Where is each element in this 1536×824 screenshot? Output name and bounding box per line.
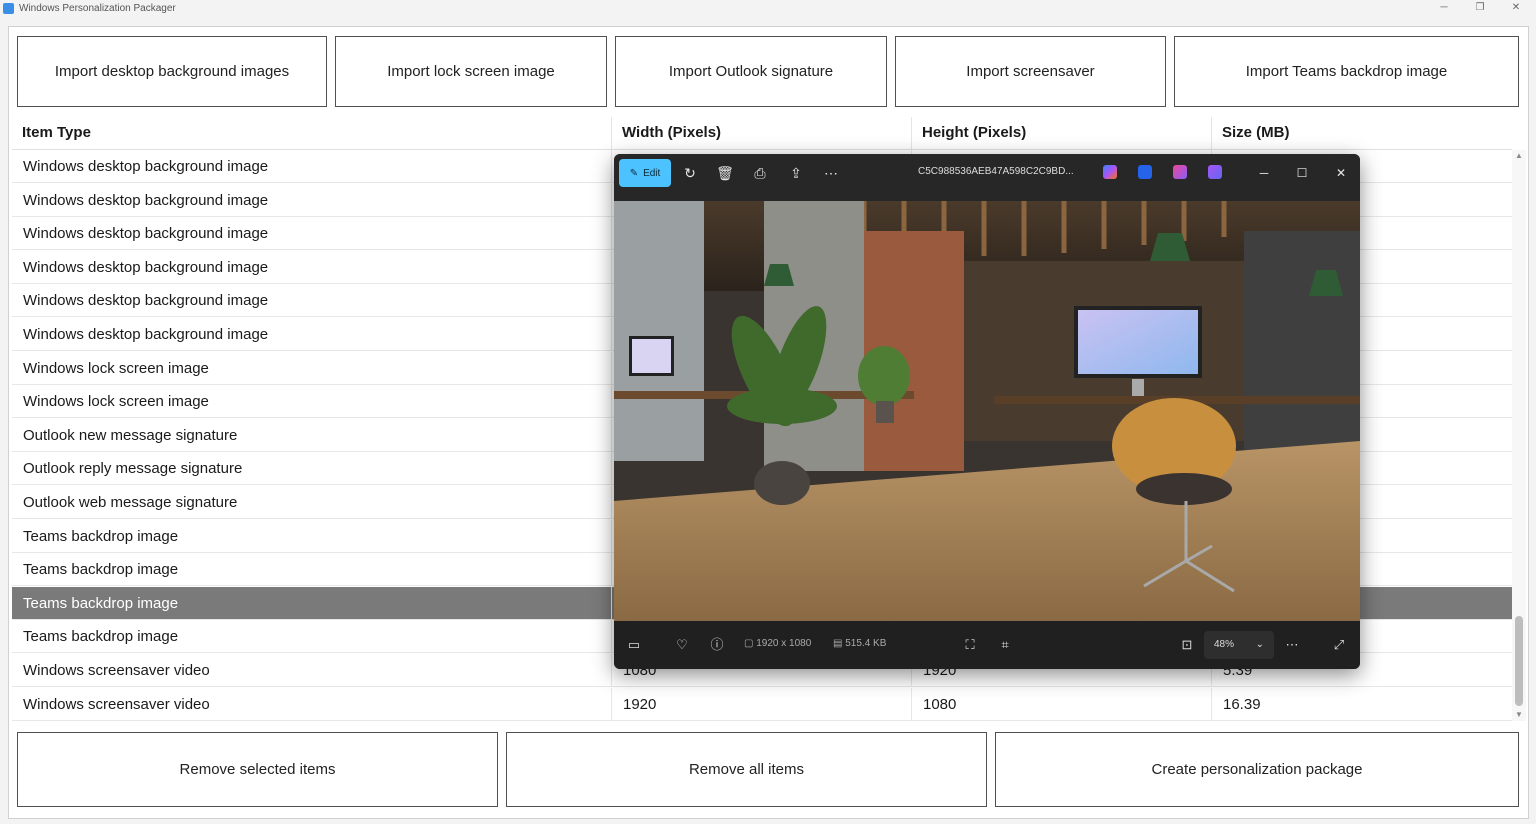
copilot-icon[interactable] bbox=[1103, 165, 1117, 179]
item-type-cell: Windows desktop background image bbox=[12, 284, 612, 318]
item-type-cell: Teams backdrop image bbox=[12, 586, 612, 620]
edit-button[interactable]: ✎ Edit bbox=[619, 159, 671, 187]
delete-icon[interactable]: 🗑 bbox=[714, 162, 736, 184]
item-type-cell: Windows desktop background image bbox=[12, 318, 612, 351]
edit-label: Edit bbox=[643, 167, 661, 179]
item-type-cell: Windows desktop background image bbox=[12, 250, 612, 284]
scan-text-icon[interactable]: ⌗ bbox=[996, 636, 1014, 654]
import-lock-screen-button[interactable]: Import lock screen image bbox=[335, 36, 607, 107]
table-header: Item Type Width (Pixels) Height (Pixels)… bbox=[12, 117, 1512, 150]
width-cell: 1920 bbox=[612, 687, 912, 721]
app-icon bbox=[3, 3, 14, 14]
import-teams-backdrop-button[interactable]: Import Teams backdrop image bbox=[1174, 36, 1519, 107]
create-package-button[interactable]: Create personalization package bbox=[995, 732, 1519, 807]
minimize-button[interactable]: ─ bbox=[1432, 1, 1456, 15]
import-desktop-background-button[interactable]: Import desktop background images bbox=[17, 36, 327, 107]
file-size-label: 515.4 KB bbox=[845, 638, 887, 649]
more-icon[interactable]: ⋯ bbox=[820, 162, 842, 184]
viewer-filename: C5C988536AEB47A598C2C9BD... bbox=[918, 166, 1074, 177]
remove-selected-button[interactable]: Remove selected items bbox=[17, 732, 498, 807]
size-cell: 16.39 bbox=[1223, 695, 1261, 713]
item-type-cell: Outlook reply message signature bbox=[12, 452, 612, 486]
print-icon[interactable]: ⎙ bbox=[749, 162, 771, 184]
item-type-cell: Windows screensaver video bbox=[12, 687, 612, 721]
item-type-cell: Teams backdrop image bbox=[12, 553, 612, 587]
viewer-maximize-icon[interactable]: ☐ bbox=[1291, 162, 1313, 184]
item-type-cell: Teams backdrop image bbox=[12, 519, 612, 553]
zoom-value: 48% bbox=[1214, 639, 1235, 650]
window-title: Windows Personalization Packager bbox=[19, 3, 176, 14]
item-type-cell: Windows desktop background image bbox=[12, 217, 612, 251]
scroll-thumb[interactable] bbox=[1515, 616, 1523, 706]
focus-icon[interactable]: ⛶ bbox=[961, 636, 979, 654]
edit-icon: ✎ bbox=[629, 167, 639, 179]
restore-button[interactable]: ❐ bbox=[1468, 1, 1492, 15]
column-header-item-type[interactable]: Item Type bbox=[12, 117, 612, 149]
item-type-cell: Teams backdrop image bbox=[12, 620, 612, 654]
filmstrip-icon[interactable]: ▭ bbox=[625, 636, 643, 654]
share-icon[interactable]: ⇪ bbox=[785, 162, 807, 184]
more-options-icon[interactable]: ⋯ bbox=[1283, 636, 1301, 654]
item-type-cell: Windows lock screen image bbox=[12, 385, 612, 419]
item-type-cell: Windows desktop background image bbox=[12, 150, 612, 183]
viewer-status-bar: ▭ ♡ ⓘ ▢ 1920 x 1080 ▤ 515.4 KB ⛶ ⌗ ⊡ 48%… bbox=[614, 621, 1360, 669]
table-scrollbar[interactable]: ▲ ▼ bbox=[1512, 150, 1526, 721]
column-header-width[interactable]: Width (Pixels) bbox=[612, 117, 912, 149]
dimensions-label: 1920 x 1080 bbox=[756, 638, 812, 649]
viewer-close-icon[interactable]: ✕ bbox=[1330, 162, 1352, 184]
actual-size-icon[interactable]: ⊡ bbox=[1178, 636, 1196, 654]
import-outlook-signature-button[interactable]: Import Outlook signature bbox=[615, 36, 887, 107]
item-type-cell: Windows lock screen image bbox=[12, 351, 612, 385]
fullscreen-icon[interactable]: ⤢ bbox=[1330, 636, 1348, 654]
viewer-minimize-icon[interactable]: ─ bbox=[1253, 162, 1275, 184]
info-icon[interactable]: ⓘ bbox=[708, 636, 726, 654]
title-bar: Windows Personalization Packager ─ ❐ ✕ bbox=[0, 0, 1536, 18]
table-row[interactable]: Windows screensaver video 1920 1080 16.39 bbox=[12, 687, 1512, 721]
dimensions-icon: ▢ bbox=[744, 638, 757, 649]
item-type-cell: Outlook new message signature bbox=[12, 418, 612, 452]
favorite-icon[interactable]: ♡ bbox=[673, 636, 691, 654]
height-cell: 1080 bbox=[912, 687, 1212, 721]
item-type-cell: Windows desktop background image bbox=[12, 183, 612, 217]
rotate-icon[interactable]: ↻ bbox=[679, 162, 701, 184]
image-creator-icon[interactable] bbox=[1208, 165, 1222, 179]
image-dimensions: ▢ 1920 x 1080 bbox=[744, 638, 811, 649]
photo-viewer-window[interactable]: ✎ Edit ↻ 🗑 ⎙ ⇪ ⋯ C5C988536AEB47A598C2C9B… bbox=[614, 154, 1360, 669]
item-type-cell: Outlook web message signature bbox=[12, 486, 612, 519]
file-size-icon: ▤ bbox=[833, 638, 846, 649]
viewer-toolbar: ✎ Edit ↻ 🗑 ⎙ ⇪ ⋯ C5C988536AEB47A598C2C9B… bbox=[614, 154, 1360, 201]
clipchamp-icon[interactable] bbox=[1173, 165, 1187, 179]
import-screensaver-button[interactable]: Import screensaver bbox=[895, 36, 1166, 107]
scroll-down-arrow-icon[interactable]: ▼ bbox=[1512, 709, 1526, 721]
remove-all-button[interactable]: Remove all items bbox=[506, 732, 987, 807]
image-file-size: ▤ 515.4 KB bbox=[833, 638, 886, 649]
chevron-down-icon: ⌄ bbox=[1255, 639, 1264, 650]
item-type-cell: Windows screensaver video bbox=[12, 654, 612, 687]
scroll-up-arrow-icon[interactable]: ▲ bbox=[1512, 150, 1526, 162]
office-photo bbox=[614, 201, 1360, 621]
zoom-dropdown[interactable]: 48% ⌄ bbox=[1204, 631, 1274, 659]
column-header-size[interactable]: Size (MB) bbox=[1212, 117, 1512, 149]
designer-icon[interactable] bbox=[1138, 165, 1152, 179]
close-button[interactable]: ✕ bbox=[1504, 1, 1528, 15]
column-header-height[interactable]: Height (Pixels) bbox=[912, 117, 1212, 149]
